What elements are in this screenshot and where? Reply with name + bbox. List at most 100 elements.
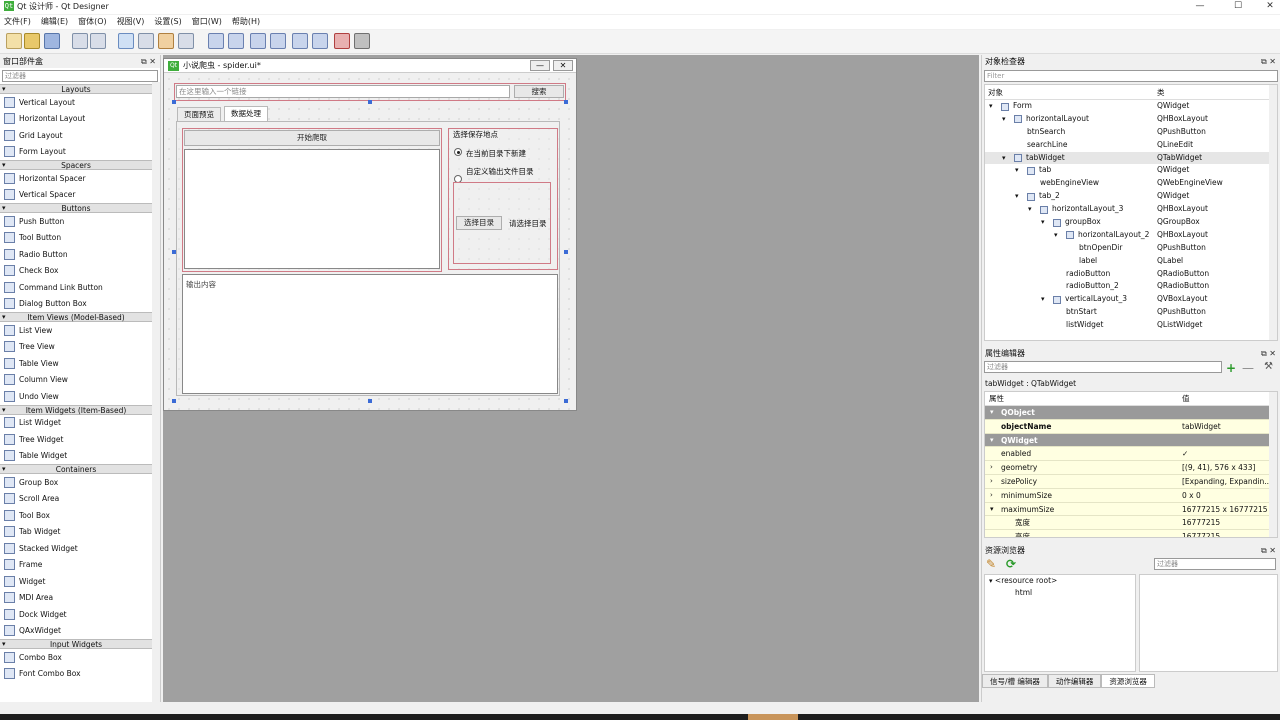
property-value[interactable]: 16777215 <box>1182 516 1220 530</box>
expand-arrow-icon[interactable]: › <box>990 475 993 489</box>
maximize-icon[interactable]: ☐ <box>1228 0 1248 12</box>
resize-handle[interactable] <box>172 100 176 104</box>
resize-handle[interactable] <box>172 399 176 403</box>
menu-item-4[interactable]: 设置(S) <box>154 15 181 29</box>
widget-category[interactable]: Input Widgets <box>0 639 152 649</box>
property-row[interactable]: › geometry [(9, 41), 576 x 433] <box>985 461 1277 475</box>
widget-item[interactable]: Command Link Button <box>0 279 152 296</box>
resource-html[interactable]: html <box>985 587 1135 599</box>
open-dir-button[interactable]: 选择目录 <box>456 216 502 230</box>
widget-category[interactable]: Spacers <box>0 160 152 170</box>
expand-arrow-icon[interactable]: ▾ <box>1015 164 1019 177</box>
property-table[interactable]: 属性 值 ▾ QObject objectName tabWidget ▾ QWidget… <box>984 391 1278 538</box>
object-filter-input[interactable]: Filter <box>984 70 1278 82</box>
widget-item[interactable]: Push Button <box>0 213 152 230</box>
reload-icon[interactable]: ⟳ <box>1006 557 1016 571</box>
edit-widgets-icon[interactable] <box>72 33 88 49</box>
search-button[interactable]: 搜索 <box>514 85 564 98</box>
widget-category[interactable]: Buttons <box>0 203 152 213</box>
splitter-h-icon[interactable] <box>250 33 266 49</box>
object-row[interactable]: label QLabel <box>985 255 1277 268</box>
widget-category[interactable]: Item Views (Model-Based) <box>0 312 152 322</box>
dock-float-close-icons[interactable]: ⧉ ✕ <box>141 55 156 68</box>
widget-item[interactable]: List View <box>0 322 152 339</box>
bottom-tab-0[interactable]: 信号/槽 编辑器 <box>982 674 1048 688</box>
vertical-layout-icon[interactable] <box>228 33 244 49</box>
widget-item[interactable]: QAxWidget <box>0 623 152 640</box>
object-row[interactable]: ▾ tab QWidget <box>985 164 1277 177</box>
widget-item[interactable]: Table Widget <box>0 448 152 465</box>
edit-signals-icon[interactable] <box>90 33 106 49</box>
property-value[interactable]: tabWidget <box>1182 420 1221 434</box>
expand-arrow-icon[interactable]: › <box>990 489 993 503</box>
object-tree-scrollbar[interactable] <box>1269 85 1277 340</box>
widget-item[interactable]: List Widget <box>0 415 152 432</box>
edit-resources-icon[interactable]: ✎ <box>986 557 996 571</box>
property-value[interactable]: [Expanding, Expandin... <box>1182 475 1271 489</box>
taskbar-active-app[interactable] <box>748 714 798 720</box>
property-row[interactable]: › minimumSize 0 x 0 <box>985 488 1277 503</box>
break-layout-icon[interactable] <box>178 33 194 49</box>
expand-arrow-icon[interactable]: ▾ <box>989 577 993 585</box>
expand-arrow-icon[interactable]: ▾ <box>1054 229 1058 242</box>
property-value[interactable]: 16777215 <box>1182 530 1220 537</box>
widget-box-scrollbar[interactable] <box>152 82 160 702</box>
expand-arrow-icon[interactable]: ▾ <box>990 503 994 517</box>
property-row[interactable]: ▾ QObject <box>985 406 1277 420</box>
object-row[interactable]: btnOpenDir QPushButton <box>985 242 1277 255</box>
widget-item[interactable]: Stacked Widget <box>0 540 152 557</box>
widget-item[interactable]: Tool Button <box>0 230 152 247</box>
property-row[interactable]: ▾ QWidget <box>985 433 1277 448</box>
break-layout-red-icon[interactable] <box>334 33 350 49</box>
widget-item[interactable]: Radio Button <box>0 246 152 263</box>
radio-custom-dir-label[interactable]: 自定义输出文件目录 <box>466 166 534 177</box>
widget-item[interactable]: Horizontal Spacer <box>0 170 152 187</box>
resize-handle[interactable] <box>368 399 372 403</box>
edit-buddies-icon[interactable] <box>118 33 134 49</box>
search-input[interactable]: 在这里输入一个链接 <box>176 85 510 98</box>
object-row[interactable]: radioButton_2 QRadioButton <box>985 280 1277 293</box>
form-minimize-icon[interactable]: — <box>530 60 550 71</box>
form-close-icon[interactable]: ✕ <box>553 60 573 71</box>
pointer-icon[interactable] <box>158 33 174 49</box>
radio-current-dir-label[interactable]: 在当前目录下新建 <box>466 148 526 159</box>
tab-page-preview[interactable]: 页面预览 <box>177 107 221 121</box>
splitter-v-icon[interactable] <box>270 33 286 49</box>
list-widget[interactable] <box>184 149 440 269</box>
widget-item[interactable]: Vertical Spacer <box>0 187 152 204</box>
form-layout-icon[interactable] <box>312 33 328 49</box>
resize-handle[interactable] <box>564 250 568 254</box>
property-row[interactable]: › sizePolicy [Expanding, Expandin... <box>985 474 1277 489</box>
menu-item-5[interactable]: 窗口(W) <box>192 15 222 29</box>
widget-item[interactable]: Column View <box>0 372 152 389</box>
widget-item[interactable]: Combo Box <box>0 649 152 666</box>
object-row[interactable]: radioButton QRadioButton <box>985 268 1277 281</box>
expand-arrow-icon[interactable]: ▾ <box>1002 152 1006 165</box>
menu-item-2[interactable]: 窗体(O) <box>78 15 107 29</box>
object-row[interactable]: ▾ tab_2 QWidget <box>985 190 1277 203</box>
remove-property-icon[interactable]: — <box>1242 361 1254 375</box>
menu-item-1[interactable]: 编辑(E) <box>41 15 68 29</box>
bottom-tab-1[interactable]: 动作编辑器 <box>1047 674 1102 688</box>
object-row[interactable]: webEngineView QWebEngineView <box>985 177 1277 190</box>
configure-icon[interactable]: ⚒ <box>1264 361 1273 372</box>
widget-category[interactable]: Layouts <box>0 84 152 94</box>
widget-item[interactable]: Horizontal Layout <box>0 111 152 128</box>
dock-float-close-icons[interactable]: ⧉ ✕ <box>1261 55 1276 68</box>
menu-item-3[interactable]: 视图(V) <box>117 15 145 29</box>
start-crawl-button[interactable]: 开始爬取 <box>184 130 440 146</box>
object-row[interactable]: ▾ horizontalLayout_3 QHBoxLayout <box>985 203 1277 216</box>
minimize-icon[interactable]: — <box>1190 0 1210 12</box>
widget-item[interactable]: Dock Widget <box>0 606 152 623</box>
expand-arrow-icon[interactable]: › <box>990 461 993 475</box>
resize-handle[interactable] <box>368 100 372 104</box>
menu-item-6[interactable]: 帮助(H) <box>232 15 260 29</box>
widget-item[interactable]: Scroll Area <box>0 491 152 508</box>
widget-item[interactable]: Grid Layout <box>0 127 152 144</box>
widget-item[interactable]: Tree Widget <box>0 431 152 448</box>
menu-item-0[interactable]: 文件(F) <box>4 15 31 29</box>
property-row[interactable]: ▾ maximumSize 16777215 x 16777215 <box>985 502 1277 517</box>
resource-tree[interactable]: ▾ <resource root> html <box>984 574 1136 672</box>
property-value[interactable]: 0 x 0 <box>1182 489 1201 503</box>
expand-arrow-icon[interactable]: ▾ <box>1041 293 1045 306</box>
